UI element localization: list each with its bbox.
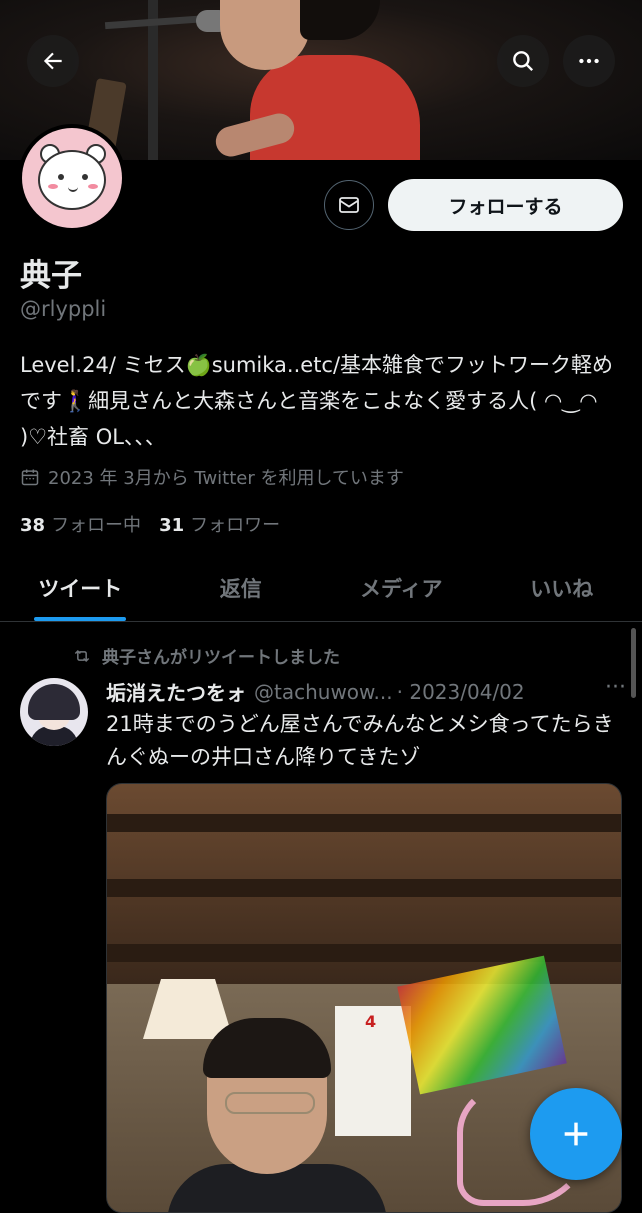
joined-text: 2023 年 3月から Twitter を利用しています [48,464,404,490]
tweet-date[interactable]: · 2023/04/02 [397,680,525,704]
active-tab-indicator [34,617,126,621]
message-button[interactable] [324,180,374,230]
tweet-author-avatar[interactable] [20,678,88,746]
joined-date: 2023 年 3月から Twitter を利用しています [20,464,404,490]
tab-label: いいね [530,577,593,601]
bear-blush-right [88,184,98,189]
retweet-indicator: 典子さんがリツイートしました [72,643,340,668]
more-button[interactable] [563,35,615,87]
followers-label: フォロワー [190,515,280,536]
profile-tabs: ツイート 返信 メディア いいね [0,555,642,622]
profile-avatar[interactable] [18,124,126,232]
followers-count: 31 [159,515,184,536]
tweet-author-handle[interactable]: @tachuwow... [254,680,393,704]
arrow-left-icon [40,48,66,74]
avatar-hair [28,684,80,720]
bear-face [38,150,106,210]
calendar-icon [20,467,40,487]
followers-link[interactable]: 31 フォロワー [159,511,280,537]
photo-calendar: 4 [335,1006,411,1136]
tab-replies[interactable]: 返信 [161,555,322,621]
bear-eye-right [82,174,88,180]
following-link[interactable]: 38 フォロー中 [20,511,141,537]
envelope-icon [337,193,361,217]
tweet-text: 21時までのうどん屋さんでみんなとメシ食ってたらきんぐぬーの井口さん降りてきたゾ [106,708,626,774]
bear-mouth [68,184,78,192]
follow-stats: 38 フォロー中 31 フォロワー [20,511,280,537]
banner-singer-hair [300,0,380,40]
photo-beam [107,879,621,897]
search-icon [510,48,536,74]
compose-tweet-button[interactable] [530,1088,622,1180]
following-count: 38 [20,515,45,536]
follow-button[interactable]: フォローする [388,179,623,231]
photo-person-glasses [225,1092,315,1114]
profile-handle: @rlyppli [20,297,106,321]
back-button[interactable] [27,35,79,87]
plus-icon [559,1117,593,1151]
tab-label: ツイート [38,577,122,601]
tab-tweets[interactable]: ツイート [0,555,161,621]
tab-label: 返信 [220,577,262,601]
retweet-label: 典子さんがリツイートしました [102,643,340,668]
profile-name: 典子 [20,250,82,295]
profile-bio: Level.24/ ミセス🍏sumika..etc/基本雑食でフットワーク軽めで… [20,347,625,455]
search-button[interactable] [497,35,549,87]
bear-blush-left [48,184,58,189]
tab-media[interactable]: メディア [321,555,482,621]
tweet-more-button[interactable]: ··· [605,675,626,700]
tab-label: メディア [360,577,443,601]
more-horizontal-icon [576,48,602,74]
tab-likes[interactable]: いいね [482,555,642,621]
scrollbar[interactable] [631,628,636,698]
following-label: フォロー中 [51,515,141,536]
photo-beam [107,814,621,832]
retweet-icon [72,646,92,666]
bear-eye-left [58,174,64,180]
tweet-header: 垢消えたつをォ @tachuwow... · 2023/04/02 ··· [106,677,626,706]
calendar-month: 4 [365,1012,376,1031]
tweet-author-name[interactable]: 垢消えたつをォ [106,677,246,706]
avatar-image [22,128,122,228]
